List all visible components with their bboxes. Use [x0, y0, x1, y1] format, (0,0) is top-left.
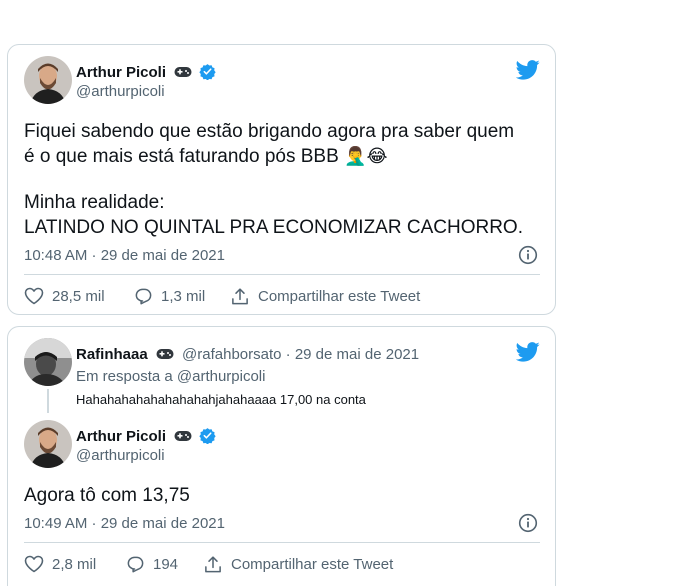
- reply-author-handle[interactable]: @rafahborsato: [182, 346, 281, 363]
- in-reply-to[interactable]: Em resposta a @arthurpicoli: [76, 368, 265, 385]
- reply-icon: [135, 288, 152, 305]
- tweet-text-line-4: LATINDO NO QUINTAL PRA ECONOMIZAR CACHOR…: [24, 217, 523, 238]
- avatar-image: [24, 420, 72, 468]
- reply-author-avatar[interactable]: [24, 338, 72, 386]
- share-icon: [205, 556, 221, 573]
- reply-text: Hahahahahahahahahahjahahaaaa 17,00 na co…: [76, 392, 366, 407]
- tweet-text: Agora tô com 13,75: [24, 485, 190, 506]
- author-name-row[interactable]: Arthur Picoli: [76, 63, 217, 81]
- author-name-row[interactable]: Arthur Picoli: [76, 427, 217, 445]
- like-button[interactable]: 2,8 mil: [24, 555, 96, 573]
- like-count: 28,5 mil: [52, 287, 105, 305]
- twitter-bird-icon[interactable]: [516, 342, 540, 362]
- author-name[interactable]: Arthur Picoli: [76, 428, 166, 445]
- reply-count: 194: [153, 556, 179, 573]
- like-button[interactable]: 28,5 mil: [24, 287, 105, 305]
- heart-icon: [24, 555, 44, 573]
- avatar-image: [24, 338, 72, 386]
- gamepad-icon: [174, 431, 192, 441]
- tweet-text-line-2-row: é o que mais está faturando pós BBB 🤦‍♂️…: [24, 144, 388, 169]
- reply-header-row: Rafinhaaa @rafahborsato · 29 de mai de 2…: [76, 346, 419, 363]
- divider: [24, 274, 540, 275]
- author-avatar[interactable]: [24, 420, 72, 468]
- author-avatar[interactable]: [24, 56, 72, 104]
- gamepad-icon: [174, 67, 192, 77]
- reply-author-name[interactable]: Rafinhaaa: [76, 346, 148, 363]
- info-icon[interactable]: [518, 245, 538, 265]
- twitter-bird-icon[interactable]: [516, 60, 540, 80]
- tweet-emojis: 🤦‍♂️😂: [344, 146, 388, 167]
- share-button[interactable]: Compartilhar este Tweet: [230, 287, 420, 306]
- info-icon[interactable]: [518, 513, 538, 533]
- thread-connector: [47, 389, 49, 413]
- verified-badge-icon: [199, 428, 217, 444]
- tweet-text-line-2: é o que mais está faturando pós BBB: [24, 146, 339, 167]
- reply-count: 1,3 mil: [161, 288, 206, 305]
- author-handle[interactable]: @arthurpicoli: [76, 447, 165, 464]
- reply-button[interactable]: 194: [126, 555, 178, 574]
- author-handle[interactable]: @arthurpicoli: [76, 83, 165, 100]
- share-label: Compartilhar este Tweet: [258, 288, 421, 305]
- gamepad-icon: [156, 349, 174, 359]
- heart-icon: [24, 287, 44, 305]
- reply-icon: [127, 556, 144, 573]
- reply-button[interactable]: 1,3 mil: [134, 287, 205, 306]
- share-label: Compartilhar este Tweet: [231, 556, 394, 573]
- verified-badge-icon: [199, 64, 217, 80]
- like-count: 2,8 mil: [52, 555, 97, 573]
- avatar-image: [24, 56, 72, 104]
- embedded-tweet-2[interactable]: Rafinhaaa @rafahborsato · 29 de mai de 2…: [7, 326, 556, 586]
- tweet-timestamp[interactable]: 10:48 AM · 29 de mai de 2021: [24, 247, 225, 264]
- reply-date[interactable]: · 29 de mai de 2021: [286, 346, 419, 363]
- share-icon: [232, 288, 248, 305]
- tweet-timestamp[interactable]: 10:49 AM · 29 de mai de 2021: [24, 515, 225, 532]
- embedded-tweet-1[interactable]: Arthur Picoli @arthurpicoli Fiquei saben…: [7, 44, 556, 315]
- tweet-text-line-3: Minha realidade:: [24, 192, 165, 213]
- share-button[interactable]: Compartilhar este Tweet: [203, 555, 393, 574]
- tweet-text-line-1: Fiquei sabendo que estão brigando agora …: [24, 121, 515, 142]
- author-name[interactable]: Arthur Picoli: [76, 64, 166, 81]
- divider: [24, 542, 540, 543]
